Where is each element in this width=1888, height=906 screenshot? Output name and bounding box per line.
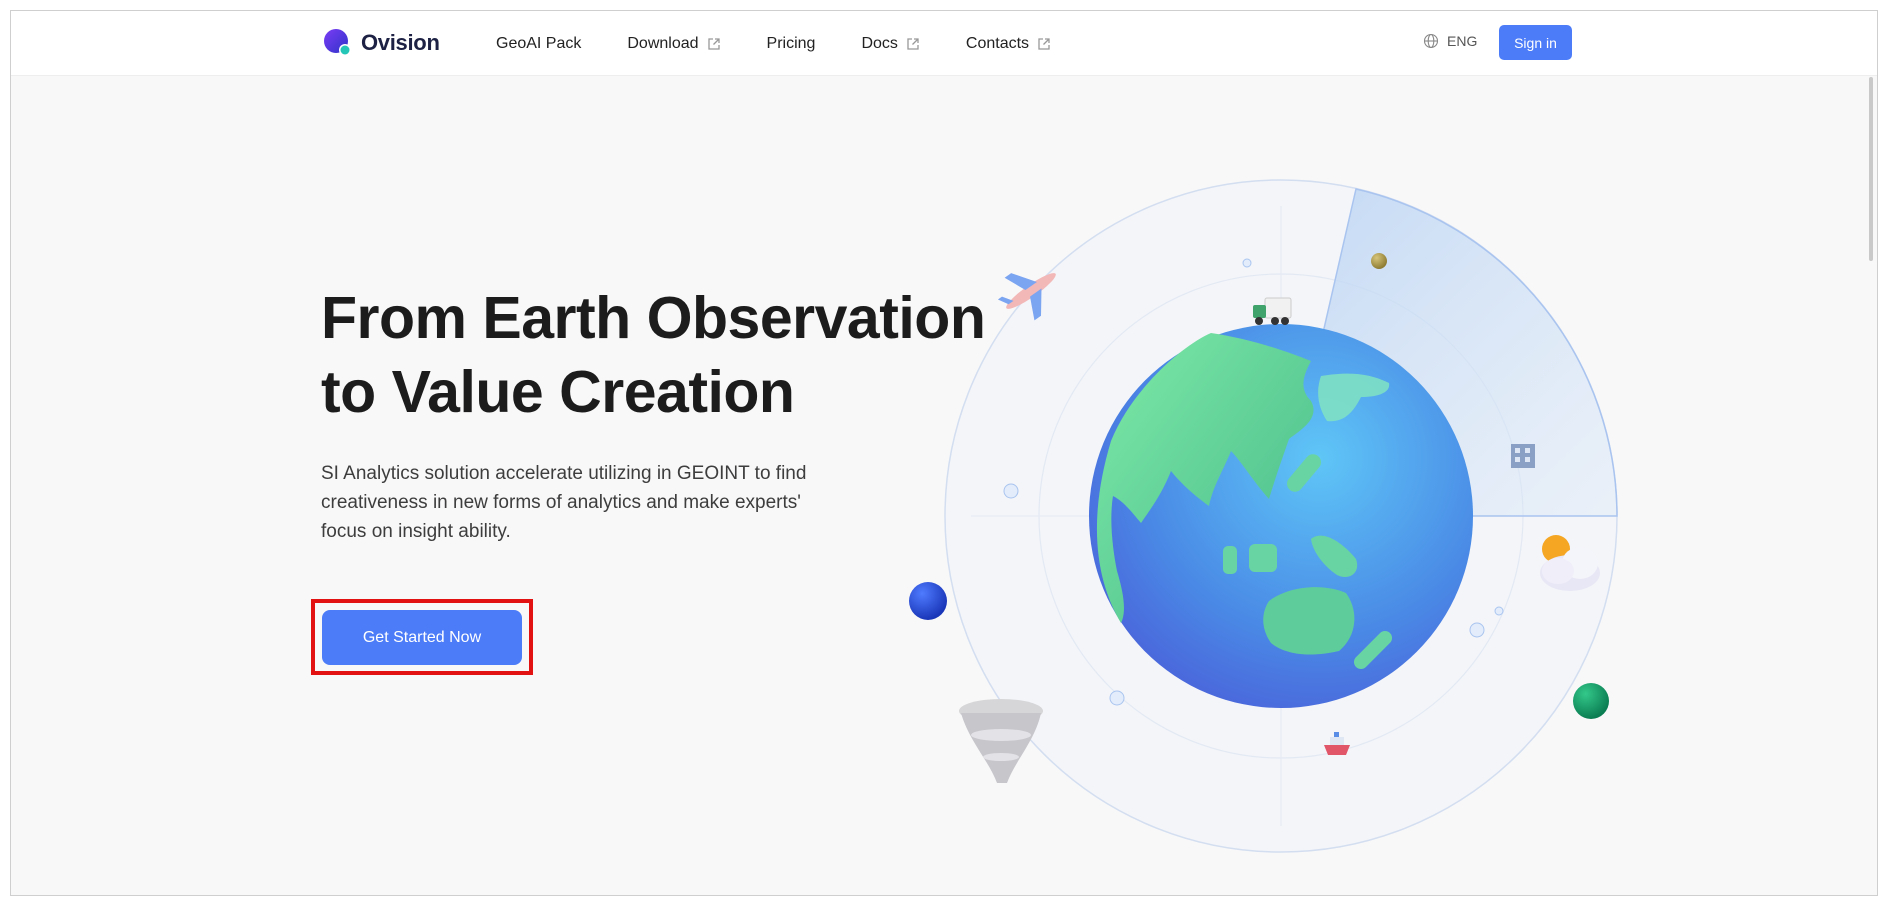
menu-item-pricing[interactable]: Pricing (767, 35, 816, 53)
hero-description: SI Analytics solution accelerate utilizi… (321, 463, 807, 542)
menu-item-geoai-pack[interactable]: GeoAI Pack (496, 35, 581, 53)
scrollbar-thumb[interactable] (1869, 77, 1873, 261)
language-selector[interactable]: ENG (1423, 33, 1477, 49)
globe-icon (1423, 33, 1439, 49)
blue-sphere (909, 582, 947, 620)
browser-viewport: Ovision GeoAI Pack Download Pricing Docs (10, 10, 1878, 896)
sign-in-button[interactable]: Sign in (1499, 25, 1572, 60)
green-sphere (1573, 683, 1609, 719)
menu-item-label: Pricing (766, 35, 816, 52)
hero-illustration (909, 179, 1618, 853)
building-icon (1511, 444, 1535, 468)
tornado-icon (959, 699, 1043, 783)
menu-item-label: Docs (861, 35, 898, 52)
external-link-icon (707, 38, 720, 50)
main-menu: GeoAI Pack Download Pricing Docs Contact… (496, 31, 1097, 57)
external-link-icon (907, 38, 919, 50)
top-navigation: Ovision GeoAI Pack Download Pricing Docs (11, 11, 1877, 76)
menu-item-label: Download (627, 35, 699, 52)
get-started-button[interactable]: Get Started Now (322, 610, 522, 665)
menu-item-label: GeoAI Pack (496, 35, 582, 52)
gold-sphere (1371, 253, 1387, 269)
brand-logo[interactable]: Ovision (323, 27, 440, 59)
language-label: ENG (1447, 33, 1478, 49)
brand-name: Ovision (361, 30, 440, 55)
menu-item-contacts[interactable]: Contacts (966, 35, 1051, 53)
menu-item-docs[interactable]: Docs (861, 35, 919, 53)
menu-item-download[interactable]: Download (627, 35, 720, 53)
menu-item-label: Contacts (965, 35, 1030, 52)
logo-icon (324, 29, 351, 56)
earth-globe-icon (1089, 324, 1473, 708)
external-link-icon (1038, 38, 1050, 50)
